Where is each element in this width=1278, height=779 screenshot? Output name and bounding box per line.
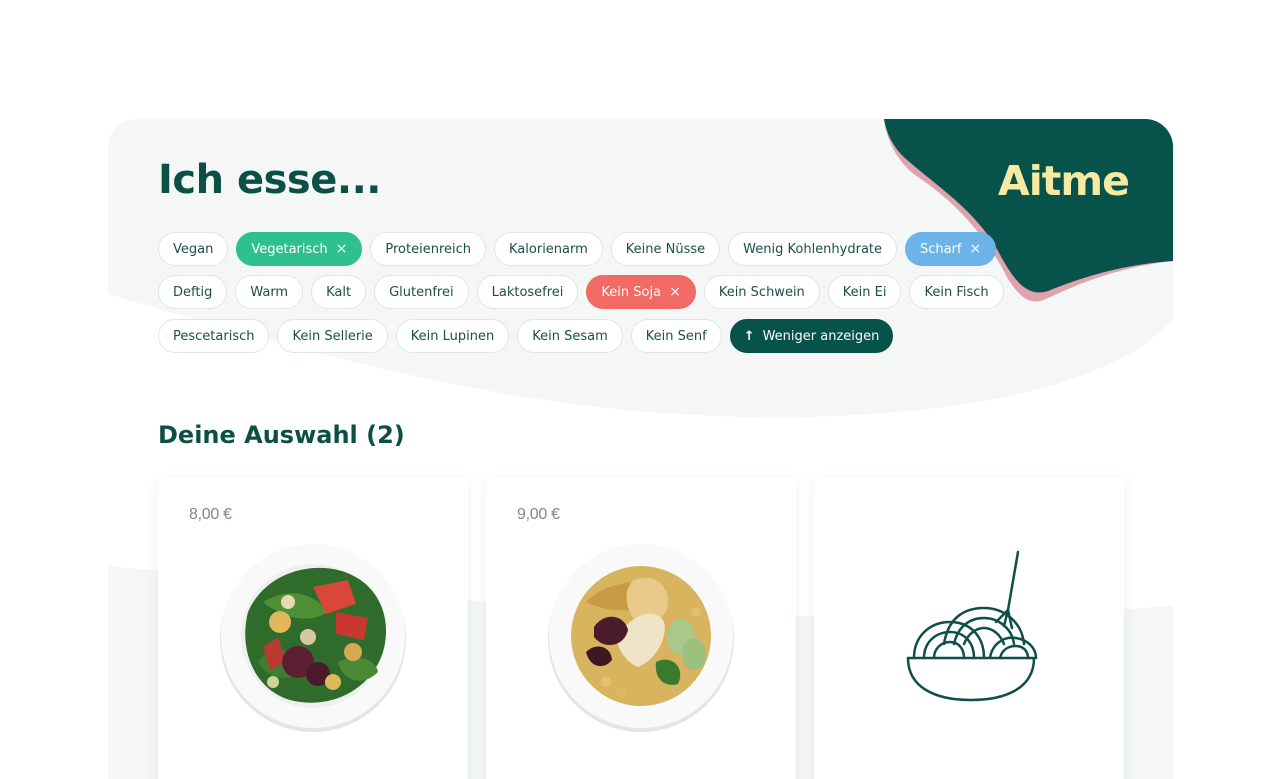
filter-tag-kein-senf[interactable]: Kein Senf bbox=[630, 319, 722, 353]
tag-label: Deftig bbox=[173, 284, 213, 300]
remove-icon[interactable]: × bbox=[336, 242, 348, 256]
filter-tag-kein-soja[interactable]: Kein Soja × bbox=[586, 275, 696, 309]
filter-tag-vegetarisch[interactable]: Vegetarisch × bbox=[236, 232, 363, 266]
remove-icon[interactable]: × bbox=[970, 242, 982, 256]
tag-label: Vegetarisch bbox=[251, 241, 328, 257]
remove-icon[interactable]: × bbox=[669, 285, 681, 299]
tag-label: Kein Schwein bbox=[718, 284, 805, 300]
filter-tag-kein-sesam[interactable]: Kein Sesam bbox=[517, 319, 623, 353]
tag-label: Laktosefrei bbox=[491, 284, 564, 300]
tag-label: Wenig Kohlenhydrate bbox=[743, 241, 883, 257]
tag-label: Kein Lupinen bbox=[410, 328, 495, 344]
tag-label: Kalt bbox=[326, 284, 352, 300]
tag-label: Kein Fisch bbox=[924, 284, 989, 300]
meal-card[interactable]: 9,00 € bbox=[486, 478, 796, 779]
tag-label: Kein Senf bbox=[645, 328, 707, 344]
filter-tag-laktosefrei[interactable]: Laktosefrei bbox=[476, 275, 579, 309]
tag-label: Kalorienarm bbox=[509, 241, 588, 257]
filter-tag-proteienreich[interactable]: Proteienreich bbox=[370, 232, 487, 266]
arrow-up-icon: ↑ bbox=[743, 328, 755, 344]
filter-tag-wenig-kohlenhydrate[interactable]: Wenig Kohlenhydrate bbox=[728, 232, 898, 266]
meal-card[interactable]: 8,00 € bbox=[158, 478, 468, 779]
filter-tag-warm[interactable]: Warm bbox=[235, 275, 304, 309]
filter-tag-scharf[interactable]: Scharf × bbox=[905, 232, 997, 266]
show-less-label: Weniger anzeigen bbox=[762, 328, 880, 344]
tag-label: Warm bbox=[250, 284, 289, 300]
aitme-logo[interactable]: Aitme bbox=[998, 157, 1130, 205]
meal-card-placeholder[interactable] bbox=[814, 478, 1124, 779]
tag-label: Pescetarisch bbox=[173, 328, 255, 344]
selection-title: Deine Auswahl (2) bbox=[158, 421, 405, 449]
tag-label: Keine Nüsse bbox=[625, 241, 706, 257]
filter-row-2: Deftig Warm Kalt Glutenfrei Laktosefrei … bbox=[158, 275, 1004, 309]
filter-tag-keine-nuesse[interactable]: Keine Nüsse bbox=[610, 232, 721, 266]
tag-label: Kein Ei bbox=[842, 284, 887, 300]
filter-tag-kein-fisch[interactable]: Kein Fisch bbox=[909, 275, 1004, 309]
filter-tag-glutenfrei[interactable]: Glutenfrei bbox=[374, 275, 469, 309]
filter-tag-pescetarisch[interactable]: Pescetarisch bbox=[158, 319, 270, 353]
filter-tag-kein-lupinen[interactable]: Kein Lupinen bbox=[395, 319, 510, 353]
filter-tag-kalt[interactable]: Kalt bbox=[311, 275, 367, 309]
salad-bowl-image bbox=[220, 544, 406, 732]
filter-tag-kein-sellerie[interactable]: Kein Sellerie bbox=[277, 319, 388, 353]
show-less-button[interactable]: ↑ Weniger anzeigen bbox=[729, 319, 894, 353]
tag-label: Glutenfrei bbox=[389, 284, 454, 300]
tag-label: Scharf bbox=[920, 241, 962, 257]
filter-panel: Aitme Ich esse... Vegan Vegetarisch × Pro… bbox=[108, 119, 1173, 779]
tag-label: Kein Sesam bbox=[532, 328, 608, 344]
meal-price: 8,00 € bbox=[189, 506, 232, 523]
meal-price: 9,00 € bbox=[517, 506, 560, 523]
page-title: Ich esse... bbox=[158, 157, 381, 203]
chickpea-bowl-image bbox=[548, 544, 734, 732]
noodle-bowl-icon bbox=[906, 550, 1038, 702]
filter-tag-kein-schwein[interactable]: Kein Schwein bbox=[703, 275, 820, 309]
filter-tag-vegan[interactable]: Vegan bbox=[158, 232, 229, 266]
filter-tag-kalorienarm[interactable]: Kalorienarm bbox=[494, 232, 603, 266]
filter-tag-deftig[interactable]: Deftig bbox=[158, 275, 228, 309]
filter-row-3: Pescetarisch Kein Sellerie Kein Lupinen … bbox=[158, 319, 894, 353]
tag-label: Kein Sellerie bbox=[292, 328, 373, 344]
tag-label: Vegan bbox=[173, 241, 214, 257]
tag-label: Proteienreich bbox=[385, 241, 472, 257]
filter-tag-kein-ei[interactable]: Kein Ei bbox=[827, 275, 902, 309]
filter-row-1: Vegan Vegetarisch × Proteienreich Kalorie… bbox=[158, 232, 997, 266]
tag-label: Kein Soja bbox=[601, 284, 662, 300]
